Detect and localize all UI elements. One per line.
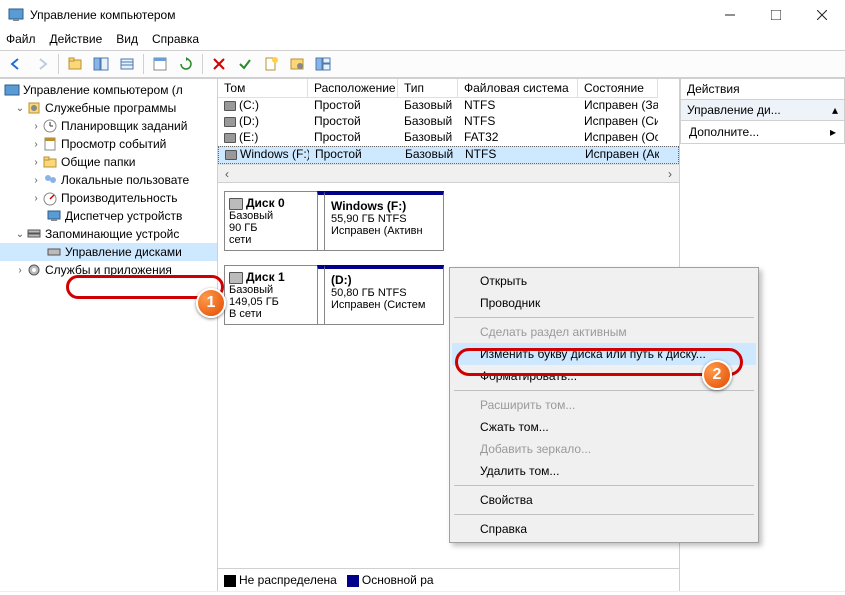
actions-header: Действия bbox=[680, 79, 845, 100]
delete-icon[interactable] bbox=[207, 52, 231, 76]
legend-swatch-unalloc bbox=[224, 575, 236, 587]
actions-more[interactable]: Дополните...▸ bbox=[680, 121, 845, 144]
properties-button[interactable] bbox=[148, 52, 172, 76]
disk-0-header[interactable]: Диск 0 Базовый 90 ГБ сети bbox=[224, 191, 318, 251]
volume-icon bbox=[224, 101, 236, 111]
tree-pane: Управление компьютером (л ⌄Служебные про… bbox=[0, 79, 218, 591]
header-filesystem[interactable]: Файловая система bbox=[458, 79, 578, 98]
menu-file[interactable]: Файл bbox=[6, 32, 36, 48]
up-button[interactable] bbox=[63, 52, 87, 76]
volume-icon bbox=[224, 117, 236, 127]
partition-windows-f[interactable]: Windows (F:) 55,90 ГБ NTFS Исправен (Акт… bbox=[324, 191, 444, 251]
new-icon[interactable] bbox=[259, 52, 283, 76]
settings-icon[interactable] bbox=[285, 52, 309, 76]
disk-0-block: Диск 0 Базовый 90 ГБ сети Windows (F:) 5… bbox=[224, 191, 673, 251]
titlebar: Управление компьютером bbox=[0, 0, 845, 30]
legend-swatch-primary bbox=[347, 575, 359, 587]
ctx-mirror: Добавить зеркало... bbox=[452, 438, 756, 460]
header-status[interactable]: Состояние bbox=[578, 79, 658, 98]
back-button[interactable] bbox=[4, 52, 28, 76]
tree-system-tools[interactable]: ⌄Служебные программы bbox=[0, 99, 217, 117]
find-icon[interactable] bbox=[311, 52, 335, 76]
context-menu: Открыть Проводник Сделать раздел активны… bbox=[449, 267, 759, 543]
menu-action[interactable]: Действие bbox=[50, 32, 103, 48]
volume-icon bbox=[224, 133, 236, 143]
tree-disk-management[interactable]: Управление дисками bbox=[0, 243, 217, 261]
volume-row[interactable]: (C:) Простой Базовый NTFS Исправен (За bbox=[218, 98, 679, 114]
tree-device-manager[interactable]: Диспетчер устройств bbox=[0, 207, 217, 225]
refresh-button[interactable] bbox=[174, 52, 198, 76]
ctx-open[interactable]: Открыть bbox=[452, 270, 756, 292]
callout-badge-2: 2 bbox=[702, 360, 732, 390]
ctx-properties[interactable]: Свойства bbox=[452, 489, 756, 511]
menu-help[interactable]: Справка bbox=[152, 32, 199, 48]
app-icon bbox=[8, 7, 24, 23]
volume-icon bbox=[225, 150, 237, 160]
disk-icon bbox=[229, 198, 243, 210]
volume-row[interactable]: (E:) Простой Базовый FAT32 Исправен (Ос bbox=[218, 130, 679, 146]
callout-badge-1: 1 bbox=[196, 288, 226, 318]
ctx-help[interactable]: Справка bbox=[452, 518, 756, 540]
ctx-shrink[interactable]: Сжать том... bbox=[452, 416, 756, 438]
chevron-right-icon: ▸ bbox=[830, 125, 836, 139]
actions-group[interactable]: Управление ди...▴ bbox=[680, 100, 845, 121]
tree-storage[interactable]: ⌄Запоминающие устройс bbox=[0, 225, 217, 243]
tree-local-users[interactable]: ›Локальные пользовате bbox=[0, 171, 217, 189]
tree-task-scheduler[interactable]: ›Планировщик заданий bbox=[0, 117, 217, 135]
ctx-extend: Расширить том... bbox=[452, 394, 756, 416]
partition-d[interactable]: (D:) 50,80 ГБ NTFS Исправен (Систем bbox=[324, 265, 444, 325]
tree-event-viewer[interactable]: ›Просмотр событий bbox=[0, 135, 217, 153]
maximize-button[interactable] bbox=[753, 0, 799, 30]
disk-1-header[interactable]: Диск 1 Базовый 149,05 ГБ В сети bbox=[224, 265, 318, 325]
horizontal-scrollbar[interactable]: ‹› bbox=[218, 164, 679, 182]
tree-shared-folders[interactable]: ›Общие папки bbox=[0, 153, 217, 171]
ctx-make-active: Сделать раздел активным bbox=[452, 321, 756, 343]
tree-performance[interactable]: ›Производительность bbox=[0, 189, 217, 207]
volume-list: Том Расположение Тип Файловая система Со… bbox=[218, 79, 679, 183]
forward-button[interactable] bbox=[30, 52, 54, 76]
header-layout[interactable]: Расположение bbox=[308, 79, 398, 98]
legend: Не распределена Основной ра bbox=[218, 568, 679, 591]
tree-root[interactable]: Управление компьютером (л bbox=[0, 81, 217, 99]
menubar: Файл Действие Вид Справка bbox=[0, 30, 845, 50]
close-button[interactable] bbox=[799, 0, 845, 30]
ctx-delete[interactable]: Удалить том... bbox=[452, 460, 756, 482]
menu-view[interactable]: Вид bbox=[116, 32, 138, 48]
header-volume[interactable]: Том bbox=[218, 79, 308, 98]
check-icon[interactable] bbox=[233, 52, 257, 76]
toolbar bbox=[0, 50, 845, 78]
minimize-button[interactable] bbox=[707, 0, 753, 30]
show-hide-tree-button[interactable] bbox=[89, 52, 113, 76]
volume-row-selected[interactable]: Windows (F:) Простой Базовый NTFS Исправ… bbox=[218, 146, 679, 164]
list-button[interactable] bbox=[115, 52, 139, 76]
collapse-icon: ▴ bbox=[832, 103, 838, 117]
disk-icon bbox=[229, 272, 243, 284]
volume-header: Том Расположение Тип Файловая система Со… bbox=[218, 79, 679, 98]
volume-row[interactable]: (D:) Простой Базовый NTFS Исправен (Си bbox=[218, 114, 679, 130]
ctx-explorer[interactable]: Проводник bbox=[452, 292, 756, 314]
tree-services-apps[interactable]: ›Службы и приложения bbox=[0, 261, 217, 279]
window-title: Управление компьютером bbox=[30, 8, 707, 22]
header-type[interactable]: Тип bbox=[398, 79, 458, 98]
